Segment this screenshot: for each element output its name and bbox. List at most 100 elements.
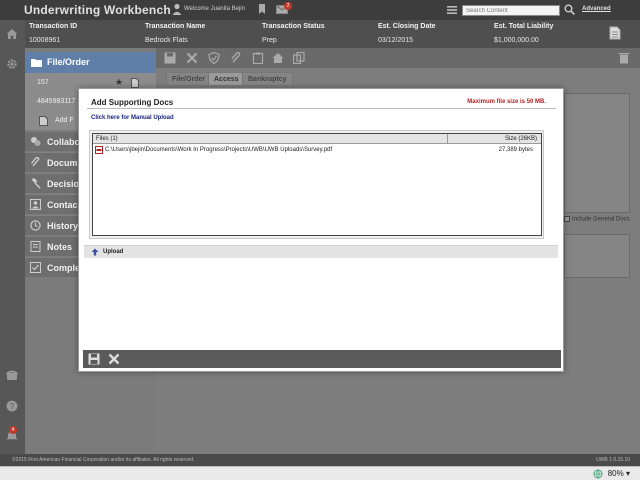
upload-label: Upload	[103, 249, 124, 255]
dialog-divider	[87, 108, 556, 109]
status-bar: 80% ▾	[0, 466, 640, 480]
top-bar: Underwriting Workbench Welcome Juanita B…	[0, 0, 640, 20]
add-file-icon	[39, 116, 48, 126]
welcome-text: Welcome Juanita Bejin	[184, 6, 245, 12]
document-icon[interactable]	[609, 26, 621, 40]
contacts-icon	[30, 199, 41, 210]
close-icon[interactable]	[108, 353, 120, 365]
nav-item-label: Contac	[47, 200, 78, 210]
txn-name-column: Transaction Name Bedrock Flats	[145, 23, 205, 44]
home-icon[interactable]	[6, 28, 18, 40]
txn-closing-header: Est. Closing Date	[378, 23, 436, 30]
nav-sub-number-label: 4845983117	[37, 98, 76, 105]
copy-icon[interactable]	[293, 52, 305, 64]
version-text: UWB 1.0.15.10	[596, 457, 630, 463]
building-icon[interactable]	[272, 52, 284, 64]
list-icon[interactable]	[447, 5, 457, 15]
nav-item-label: Docum	[47, 158, 78, 168]
folder-icon	[31, 59, 42, 67]
nav-file-order[interactable]: File/Order	[25, 52, 156, 73]
tab-file-order[interactable]: File/Order	[166, 72, 212, 86]
file-size: 27,389 bytes	[498, 147, 533, 153]
nav-item-label: Notes	[47, 242, 73, 252]
close-icon[interactable]	[186, 52, 198, 64]
save-icon[interactable]	[88, 353, 100, 365]
nav-item-label: Comple	[47, 263, 81, 273]
checklist-icon	[30, 262, 41, 273]
files-table-header: Files (1) Size (26KB)	[93, 134, 541, 144]
copyright-text: ©2015 First American Financial Corporati…	[12, 457, 195, 463]
txn-id-header: Transaction ID	[29, 23, 78, 30]
files-column-header[interactable]: Files (1)	[96, 136, 118, 142]
app-title: Underwriting Workbench	[24, 3, 171, 17]
gavel-icon	[31, 178, 41, 189]
globe-icon	[593, 469, 603, 479]
tab-bankruptcy[interactable]: Bankruptcy	[242, 72, 293, 86]
flag-icon[interactable]	[258, 4, 266, 15]
transaction-header: Transaction ID 10008961 Transaction Name B…	[25, 20, 640, 48]
txn-id-value: 10008961	[29, 37, 61, 44]
include-general-label: Include General Docs	[572, 216, 630, 223]
notification-badge: 4	[9, 426, 17, 434]
zoom-value: 80%	[607, 469, 624, 478]
dialog-footer	[83, 350, 561, 368]
dialog-title: Add Supporting Docs	[91, 98, 174, 107]
file-icon[interactable]	[131, 78, 139, 88]
add-supporting-docs-dialog: Add Supporting Docs Maximum file size is…	[78, 88, 564, 372]
notes-icon	[30, 241, 41, 252]
file-path: C:\Users\jbejin\Documents\Work In Progre…	[105, 147, 333, 153]
txn-status-column: Transaction Status Prep	[262, 23, 325, 44]
txn-closing-column: Est. Closing Date 03/12/2015	[378, 23, 436, 44]
txn-status-header: Transaction Status	[262, 23, 325, 30]
nav-sub-157-label: 157	[37, 79, 49, 86]
collaboration-icon	[31, 137, 41, 146]
zoom-level[interactable]: 80% ▾	[593, 469, 630, 479]
mail-count-badge: 2	[284, 2, 292, 10]
nav-add-label: Add F	[55, 117, 74, 124]
max-file-size-note: Maximum file size is 50 MB.	[467, 99, 546, 105]
tab-access[interactable]: Access	[208, 72, 245, 86]
trash-icon[interactable]	[618, 52, 630, 64]
table-row[interactable]: C:\Users\jbejin\Documents\Work In Progre…	[93, 145, 541, 155]
star-icon[interactable]: ★	[115, 77, 123, 88]
main-toolbar	[156, 48, 640, 68]
attachment-icon[interactable]	[230, 52, 242, 64]
help-icon[interactable]: ?	[6, 400, 18, 412]
txn-status-value: Prep	[262, 37, 277, 44]
files-table: Files (1) Size (26KB) C:\Users\jbejin\Do…	[92, 133, 542, 236]
txn-name-header: Transaction Name	[145, 23, 206, 30]
nav-item-label: Decisio	[47, 179, 80, 189]
user-icon	[172, 3, 182, 15]
manual-upload-link[interactable]: Click here for Manual Upload	[91, 115, 174, 121]
dialog-body-area	[84, 264, 558, 348]
footer: ©2015 First American Financial Corporati…	[0, 454, 640, 466]
txn-liability-column: Est. Total Liability $1,000,000.00	[494, 23, 553, 44]
txn-name-value: Bedrock Flats	[145, 37, 188, 44]
upload-button[interactable]: Upload	[84, 245, 558, 258]
include-general-checkbox[interactable]	[564, 216, 570, 222]
svg-text:?: ?	[10, 402, 15, 411]
files-container: Files (1) Size (26KB) C:\Users\jbejin\Do…	[89, 130, 544, 239]
background-panel	[564, 93, 630, 213]
clipboard-icon[interactable]	[252, 52, 264, 64]
txn-liability-value: $1,000,000.00	[494, 37, 539, 44]
txn-liability-header: Est. Total Liability	[494, 23, 554, 30]
upload-arrow-icon	[91, 248, 99, 256]
txn-id-column: Transaction ID 10008961	[29, 23, 77, 44]
save-icon[interactable]	[164, 52, 176, 64]
advanced-search-link[interactable]: Advanced	[582, 6, 611, 12]
nav-item-label: History	[47, 221, 79, 231]
background-table	[564, 234, 630, 278]
nav-file-order-label: File/Order	[47, 57, 90, 67]
left-icon-rail: ? 4	[0, 20, 25, 454]
search-input[interactable]	[462, 5, 560, 16]
nav-item-label: Collabo	[47, 137, 80, 147]
phone-icon[interactable]	[6, 370, 18, 382]
gear-icon[interactable]	[6, 58, 18, 70]
include-general-docs[interactable]: Include General Docs	[564, 216, 630, 223]
shield-check-icon[interactable]	[208, 52, 220, 64]
size-column-header[interactable]: Size (26KB)	[447, 134, 541, 144]
clock-icon	[30, 220, 41, 231]
search-icon[interactable]	[564, 4, 575, 15]
pdf-icon	[95, 146, 103, 154]
